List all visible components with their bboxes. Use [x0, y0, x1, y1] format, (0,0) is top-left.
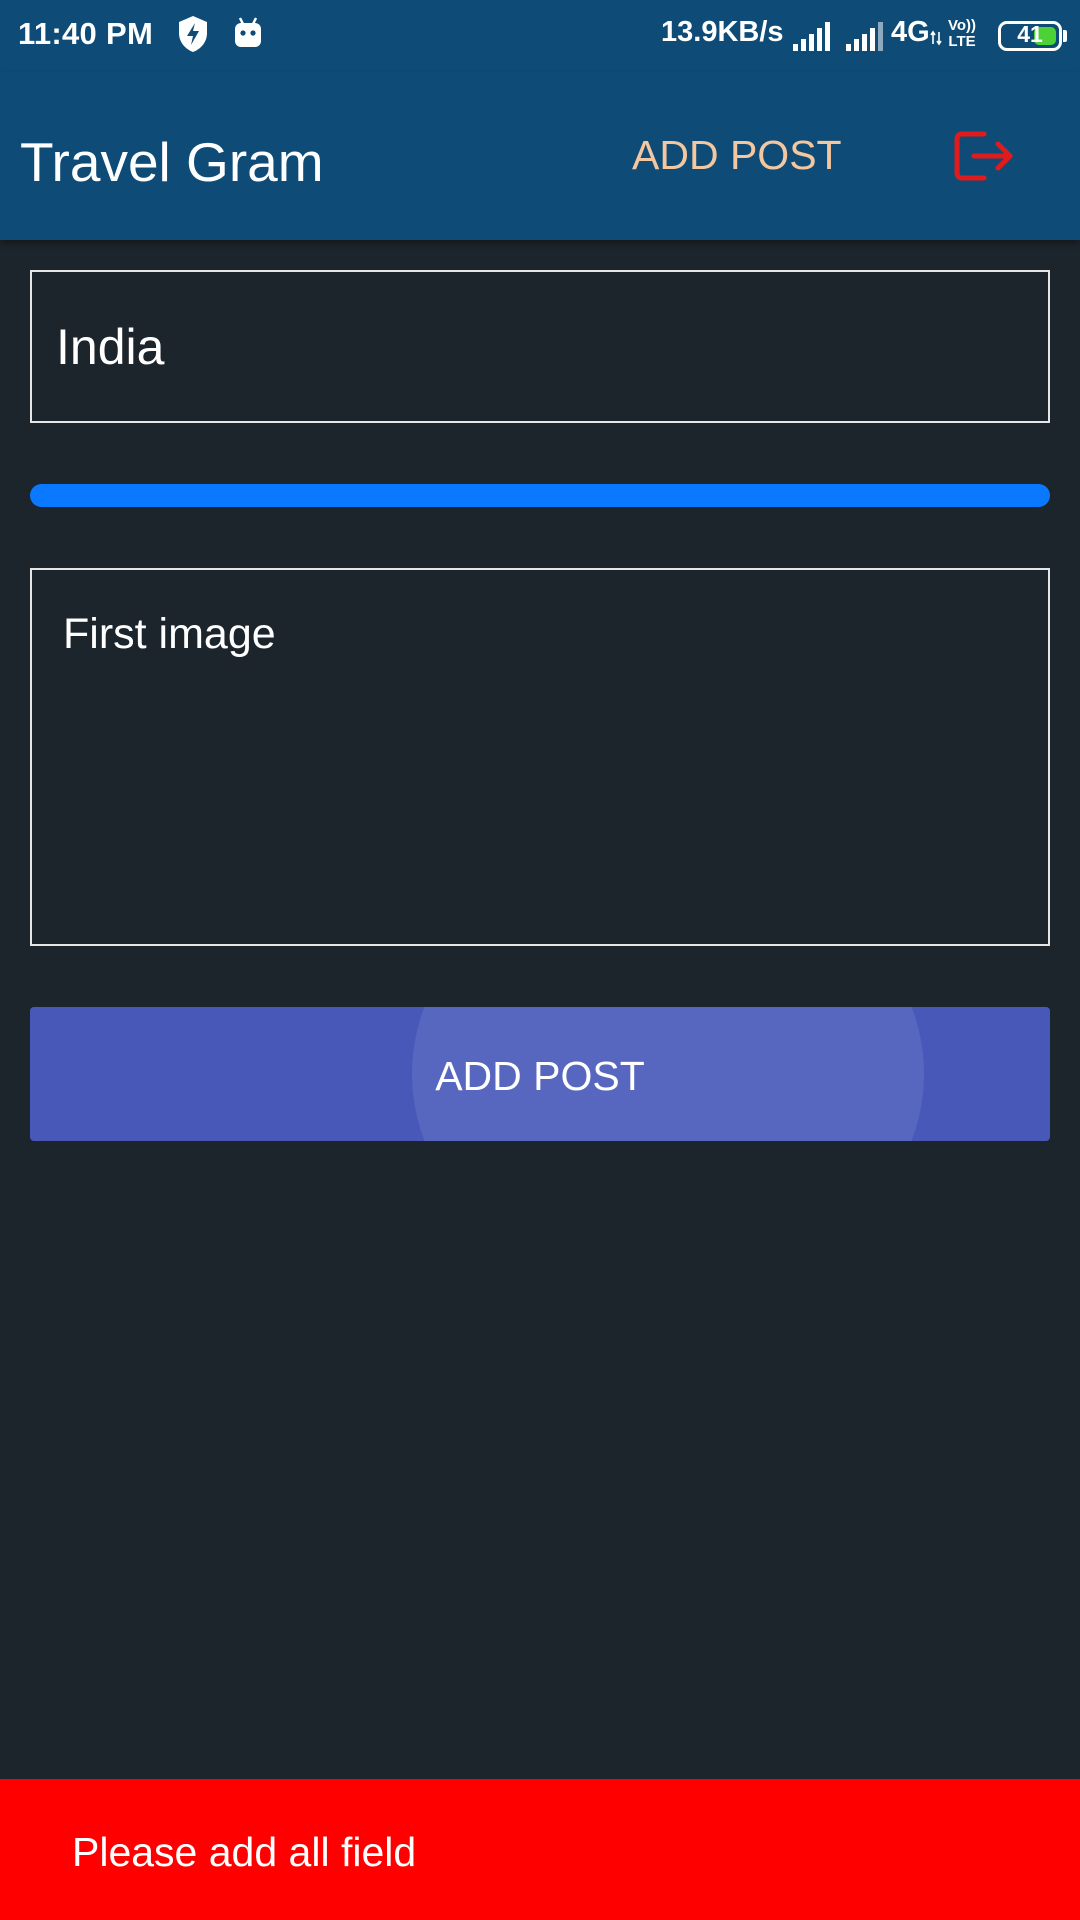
upload-progress-bar [30, 484, 1050, 507]
shield-bolt-icon [176, 14, 210, 59]
volte-line-2: LTE [948, 33, 976, 50]
battery-level: 41 [1017, 21, 1043, 47]
battery-tip [1063, 30, 1067, 42]
signal-icon [845, 20, 885, 57]
volte-indicator: Vo)) LTE [948, 18, 976, 50]
network-type: 4G [891, 16, 930, 48]
app-title: Travel Gram [20, 131, 324, 193]
app-bar: Travel Gram ADD POST [0, 72, 1080, 240]
add-post-button[interactable]: ADD POST [30, 1007, 1050, 1141]
location-input[interactable]: India [30, 270, 1050, 423]
error-snackbar: Please add all field [0, 1779, 1080, 1920]
image-picker[interactable]: First image [30, 568, 1050, 946]
battery-icon: 41 [998, 21, 1062, 51]
signal-icon [792, 20, 832, 57]
logout-icon[interactable] [952, 128, 1018, 184]
network-speed: 13.9KB/s [661, 16, 784, 48]
android-icon [233, 14, 263, 59]
image-picker-label: First image [63, 610, 276, 658]
add-post-button-label: ADD POST [435, 1053, 645, 1099]
snackbar-message: Please add all field [72, 1829, 417, 1875]
add-post-menu-button[interactable]: ADD POST [632, 132, 842, 179]
status-time: 11:40 PM [18, 16, 154, 51]
data-arrows-icon [930, 30, 942, 51]
volte-line-1: Vo)) [948, 17, 977, 34]
status-bar: 11:40 PM 13.9KB/s 4G Vo)) LTE 41 [0, 0, 1080, 72]
